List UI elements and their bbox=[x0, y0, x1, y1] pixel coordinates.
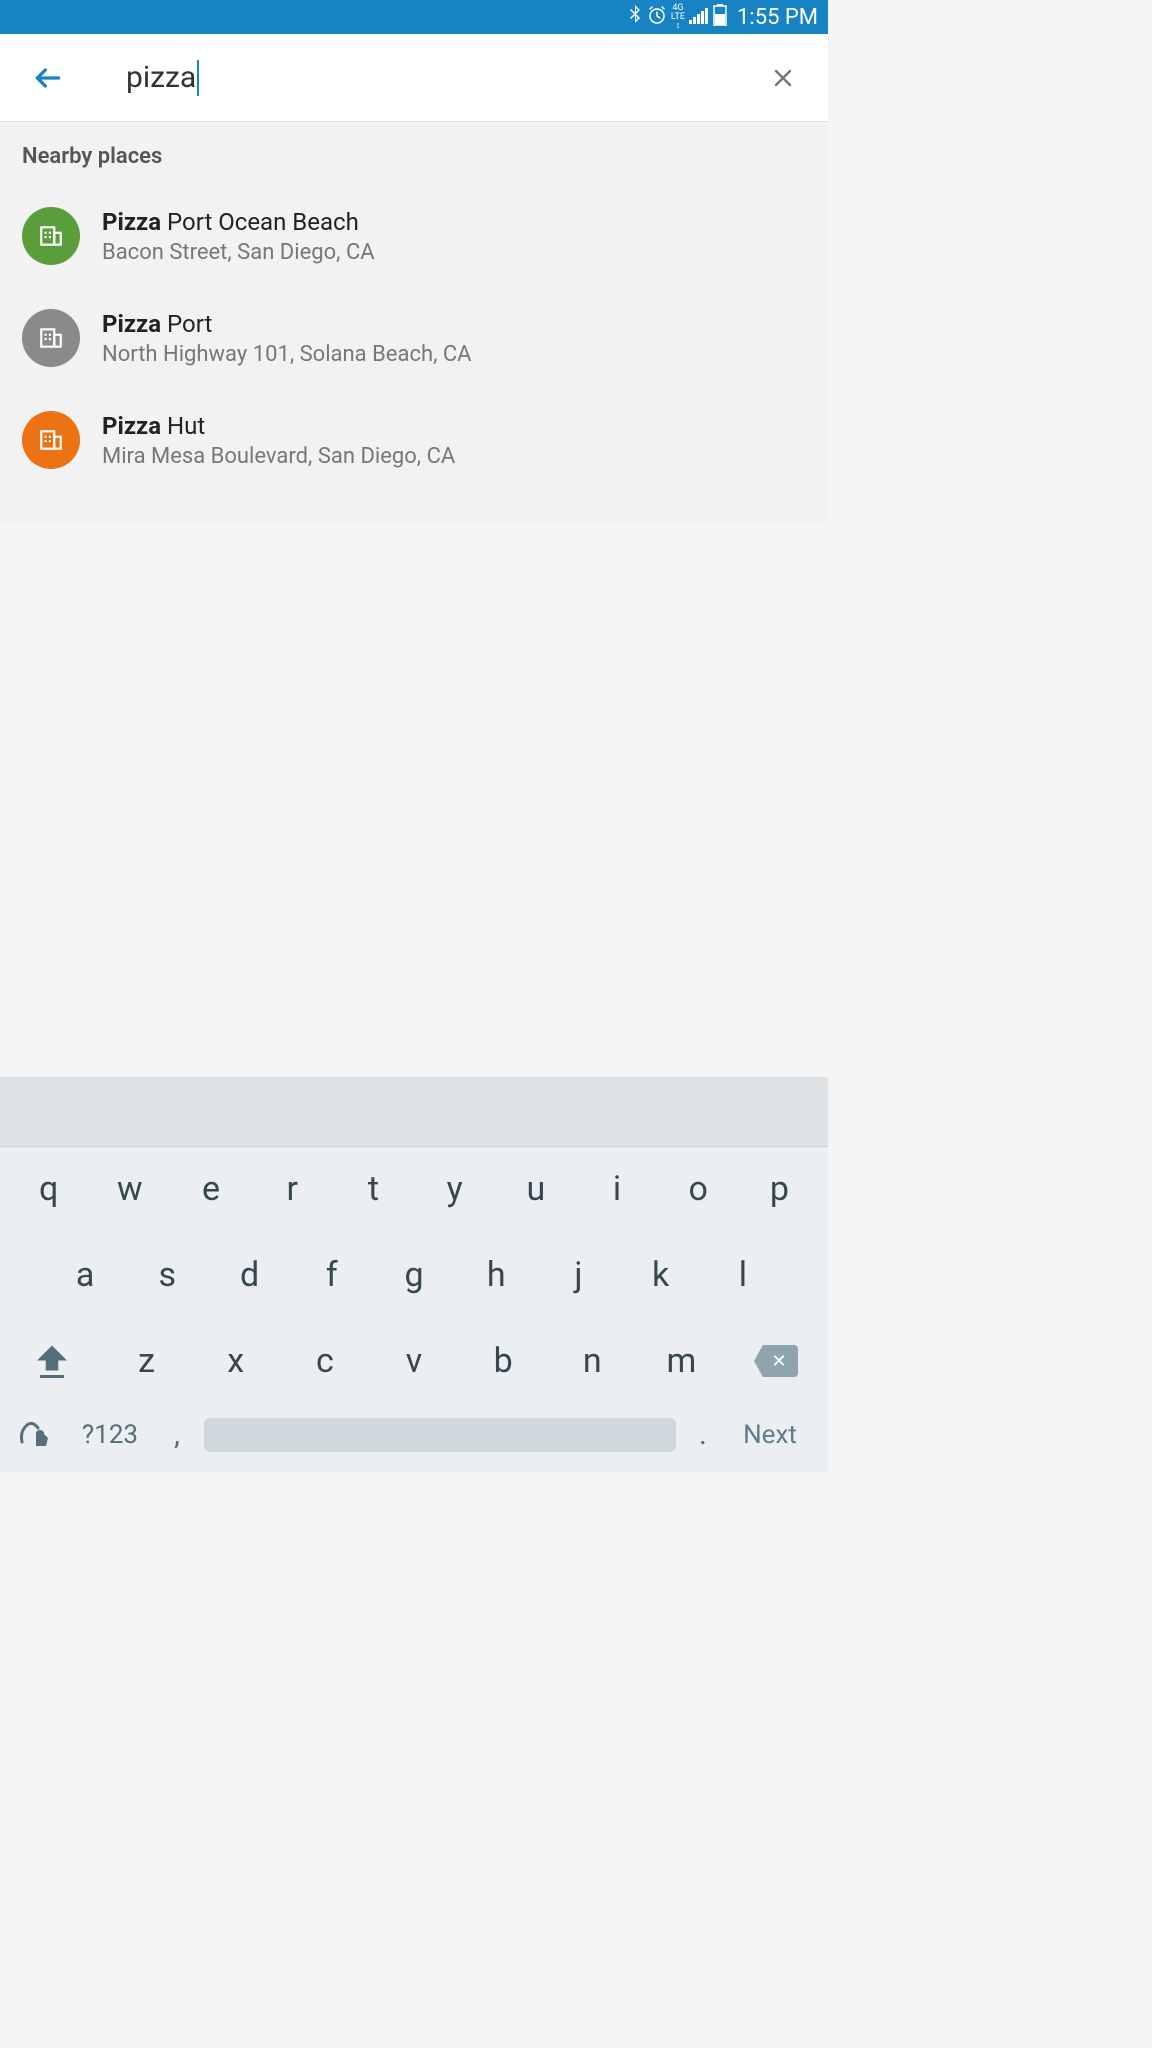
key-m[interactable]: m bbox=[637, 1331, 726, 1391]
bluetooth-icon bbox=[627, 5, 643, 30]
swipe-input-icon[interactable] bbox=[18, 1418, 58, 1452]
key-f[interactable]: f bbox=[291, 1245, 373, 1305]
key-g[interactable]: g bbox=[373, 1245, 455, 1305]
key-k[interactable]: k bbox=[620, 1245, 702, 1305]
key-c[interactable]: c bbox=[280, 1331, 369, 1391]
clear-icon[interactable] bbox=[768, 63, 798, 93]
status-icons: 4GLTE↕ bbox=[627, 4, 727, 31]
status-bar: 4GLTE↕ 1:55 PM bbox=[0, 0, 828, 34]
key-s[interactable]: s bbox=[126, 1245, 208, 1305]
alarm-icon bbox=[647, 5, 667, 30]
place-address: Bacon Street, San Diego, CA bbox=[102, 240, 806, 265]
place-text: Pizza Hut Mira Mesa Boulevard, San Diego… bbox=[102, 412, 806, 469]
place-result-0[interactable]: Pizza Port Ocean Beach Bacon Street, San… bbox=[22, 195, 806, 277]
search-query-text: pizza bbox=[126, 60, 196, 95]
key-n[interactable]: n bbox=[548, 1331, 637, 1391]
numeric-key[interactable]: ?123 bbox=[70, 1420, 150, 1450]
building-icon bbox=[22, 411, 80, 469]
period-key[interactable]: . bbox=[688, 1417, 718, 1452]
building-icon bbox=[22, 207, 80, 265]
comma-key[interactable]: , bbox=[162, 1417, 192, 1452]
place-text: Pizza Port North Highway 101, Solana Bea… bbox=[102, 310, 806, 367]
key-h[interactable]: h bbox=[455, 1245, 537, 1305]
place-name: Pizza Hut bbox=[102, 412, 806, 440]
shift-key[interactable] bbox=[22, 1345, 82, 1378]
place-result-1[interactable]: Pizza Port North Highway 101, Solana Bea… bbox=[22, 297, 806, 379]
key-i[interactable]: i bbox=[576, 1159, 657, 1219]
key-v[interactable]: v bbox=[369, 1331, 458, 1391]
building-icon bbox=[22, 309, 80, 367]
key-p[interactable]: p bbox=[739, 1159, 820, 1219]
key-j[interactable]: j bbox=[537, 1245, 619, 1305]
lte-icon: 4GLTE↕ bbox=[671, 4, 685, 31]
keyboard-row-3: z x c v b n m ✕ bbox=[4, 1331, 824, 1391]
key-x[interactable]: x bbox=[191, 1331, 280, 1391]
back-arrow-icon[interactable] bbox=[30, 60, 66, 96]
key-q[interactable]: q bbox=[8, 1159, 89, 1219]
place-name: Pizza Port Ocean Beach bbox=[102, 208, 806, 236]
text-cursor bbox=[197, 60, 199, 96]
results-panel: Nearby places Pizza Port Ocean Beach Bac… bbox=[0, 122, 828, 523]
search-bar: pizza bbox=[0, 34, 828, 122]
next-key[interactable]: Next bbox=[730, 1420, 810, 1450]
spacebar-key[interactable] bbox=[204, 1418, 676, 1452]
key-y[interactable]: y bbox=[414, 1159, 495, 1219]
key-u[interactable]: u bbox=[495, 1159, 576, 1219]
key-w[interactable]: w bbox=[89, 1159, 170, 1219]
key-t[interactable]: t bbox=[333, 1159, 414, 1219]
key-l[interactable]: l bbox=[702, 1245, 784, 1305]
place-result-2[interactable]: Pizza Hut Mira Mesa Boulevard, San Diego… bbox=[22, 399, 806, 481]
search-input[interactable]: pizza bbox=[126, 60, 768, 96]
key-d[interactable]: d bbox=[208, 1245, 290, 1305]
keyboard: q w e r t y u i o p a s d f g h j k l bbox=[0, 1077, 828, 1472]
keyboard-row-2: a s d f g h j k l bbox=[4, 1245, 824, 1305]
key-o[interactable]: o bbox=[658, 1159, 739, 1219]
place-name: Pizza Port bbox=[102, 310, 806, 338]
key-b[interactable]: b bbox=[459, 1331, 548, 1391]
signal-icon bbox=[689, 5, 709, 29]
key-r[interactable]: r bbox=[252, 1159, 333, 1219]
place-address: Mira Mesa Boulevard, San Diego, CA bbox=[102, 444, 806, 469]
section-title: Nearby places bbox=[22, 144, 806, 169]
battery-icon bbox=[713, 4, 727, 31]
status-time: 1:55 PM bbox=[737, 5, 818, 30]
keyboard-bottom-row: ?123 , . Next bbox=[4, 1411, 824, 1466]
key-z[interactable]: z bbox=[102, 1331, 191, 1391]
keyboard-rows: q w e r t y u i o p a s d f g h j k l bbox=[0, 1147, 828, 1472]
keyboard-row-1: q w e r t y u i o p bbox=[4, 1159, 824, 1219]
place-address: North Highway 101, Solana Beach, CA bbox=[102, 342, 806, 367]
place-text: Pizza Port Ocean Beach Bacon Street, San… bbox=[102, 208, 806, 265]
backspace-key[interactable]: ✕ bbox=[746, 1345, 806, 1377]
key-a[interactable]: a bbox=[44, 1245, 126, 1305]
key-e[interactable]: e bbox=[170, 1159, 251, 1219]
backspace-icon: ✕ bbox=[754, 1345, 798, 1377]
keyboard-row-3-letters: z x c v b n m bbox=[82, 1331, 746, 1391]
keyboard-suggestion-bar[interactable] bbox=[0, 1077, 828, 1147]
